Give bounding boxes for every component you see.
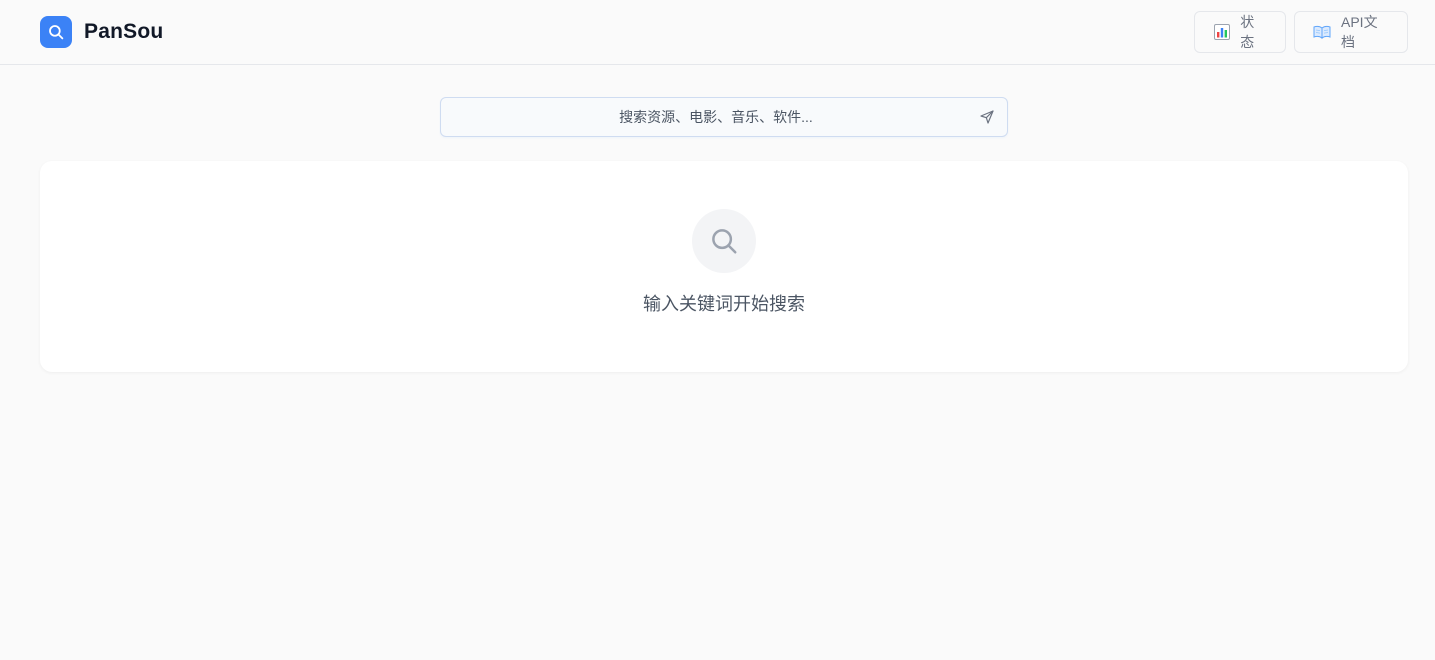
api-docs-button[interactable]: API文档 <box>1294 11 1408 53</box>
search-bar <box>440 97 1008 137</box>
status-button[interactable]: 状态 <box>1194 11 1286 53</box>
empty-state-message: 输入关键词开始搜索 <box>643 294 805 314</box>
app-name: PanSou <box>84 20 164 43</box>
open-book-icon <box>1313 23 1331 41</box>
search-input[interactable] <box>441 98 967 136</box>
header-actions: 状态 API文档 <box>1194 11 1408 53</box>
search-submit-button[interactable] <box>967 98 1007 136</box>
empty-state-search-icon <box>692 209 756 273</box>
results-panel: 输入关键词开始搜索 <box>40 161 1408 372</box>
bar-chart-icon <box>1213 23 1230 41</box>
status-button-label: 状态 <box>1240 14 1255 50</box>
api-docs-button-label: API文档 <box>1341 14 1378 50</box>
send-icon <box>979 109 995 125</box>
top-header: PanSou 状态 API文档 <box>0 0 1435 65</box>
logo-search-icon <box>40 16 72 48</box>
brand[interactable]: PanSou <box>40 16 163 48</box>
